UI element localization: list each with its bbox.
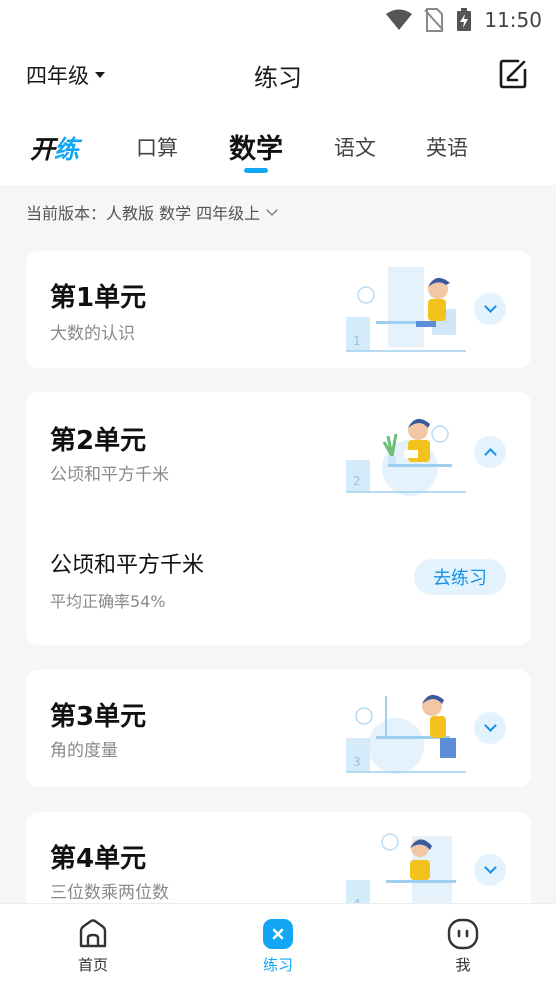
svg-text:3: 3 xyxy=(353,755,361,769)
svg-text:1: 1 xyxy=(353,334,361,348)
student-reading-illustration: 2 xyxy=(346,418,466,496)
nav-label: 练习 xyxy=(262,956,293,974)
subject-tabs: 开练 口算 数学 语文 英语 xyxy=(0,110,556,185)
top-bar: 四年级 练习 xyxy=(0,40,556,110)
chevron-down-icon xyxy=(483,719,497,732)
nav-label: 首页 xyxy=(77,956,108,974)
version-selector[interactable]: 当前版本：人教版 数学 四年级上 xyxy=(26,200,278,224)
profile-icon xyxy=(447,918,479,950)
unit-title: 第4单元 xyxy=(50,844,147,874)
active-tab-indicator xyxy=(244,168,268,173)
nav-home[interactable]: 首页 xyxy=(48,918,138,975)
chevron-down-icon xyxy=(483,300,497,313)
chevron-down-icon xyxy=(266,204,278,216)
page-title: 练习 xyxy=(254,64,302,92)
unit-subtitle: 三位数乘两位数 xyxy=(50,883,169,903)
battery-charging-icon xyxy=(457,8,472,31)
nav-me[interactable]: 我 xyxy=(418,918,508,975)
svg-text:2: 2 xyxy=(353,474,361,488)
collapse-toggle[interactable] xyxy=(474,436,506,468)
chevron-down-icon xyxy=(483,861,497,874)
nav-practice[interactable]: 练习 xyxy=(233,918,323,975)
home-icon xyxy=(79,919,107,948)
nav-label: 我 xyxy=(455,956,471,974)
status-time: 11:50 xyxy=(484,8,542,32)
student-writing-illustration: 3 xyxy=(346,694,466,774)
expand-toggle[interactable] xyxy=(474,712,506,744)
tab-chinese[interactable]: 语文 xyxy=(334,132,376,162)
unit-subtitle: 公顷和平方千米 xyxy=(50,465,169,485)
tab-kousuan[interactable]: 口算 xyxy=(136,132,178,162)
unit-subtitle: 大数的认识 xyxy=(50,324,135,344)
unit-title: 第1单元 xyxy=(50,283,147,313)
unit-card-3[interactable]: 第3单元 角的度量 3 xyxy=(26,670,531,787)
lesson-title: 公顷和平方千米 xyxy=(50,553,205,578)
version-text: 当前版本：人教版 数学 四年级上 xyxy=(26,204,261,223)
expand-toggle[interactable] xyxy=(474,854,506,886)
kailian-logo: 开练 xyxy=(30,135,79,164)
unit-subtitle: 角的度量 xyxy=(50,741,118,761)
chevron-up-icon xyxy=(483,448,497,461)
no-sim-icon xyxy=(424,8,445,32)
unit-title: 第3单元 xyxy=(50,702,147,732)
go-practice-button[interactable]: 去练习 xyxy=(414,559,506,595)
expand-toggle[interactable] xyxy=(474,293,506,325)
practice-icon xyxy=(263,919,293,949)
unit-card-1[interactable]: 第1单元 大数的认识 1 xyxy=(26,251,531,368)
tab-math[interactable]: 数学 xyxy=(229,127,283,166)
status-bar: 11:50 xyxy=(0,0,556,40)
lesson-accuracy: 平均正确率54% xyxy=(50,592,166,611)
tab-english[interactable]: 英语 xyxy=(426,132,468,162)
unit-card-2[interactable]: 第2单元 公顷和平方千米 2 公顷和平方千米 平均正确率54% 去练习 xyxy=(26,392,531,645)
edit-icon[interactable] xyxy=(498,58,528,90)
student-at-desk-illustration: 1 xyxy=(346,267,466,352)
wifi-icon xyxy=(386,9,413,30)
bottom-navigation: 首页 练习 我 xyxy=(0,903,556,990)
unit-title: 第2单元 xyxy=(50,426,147,456)
